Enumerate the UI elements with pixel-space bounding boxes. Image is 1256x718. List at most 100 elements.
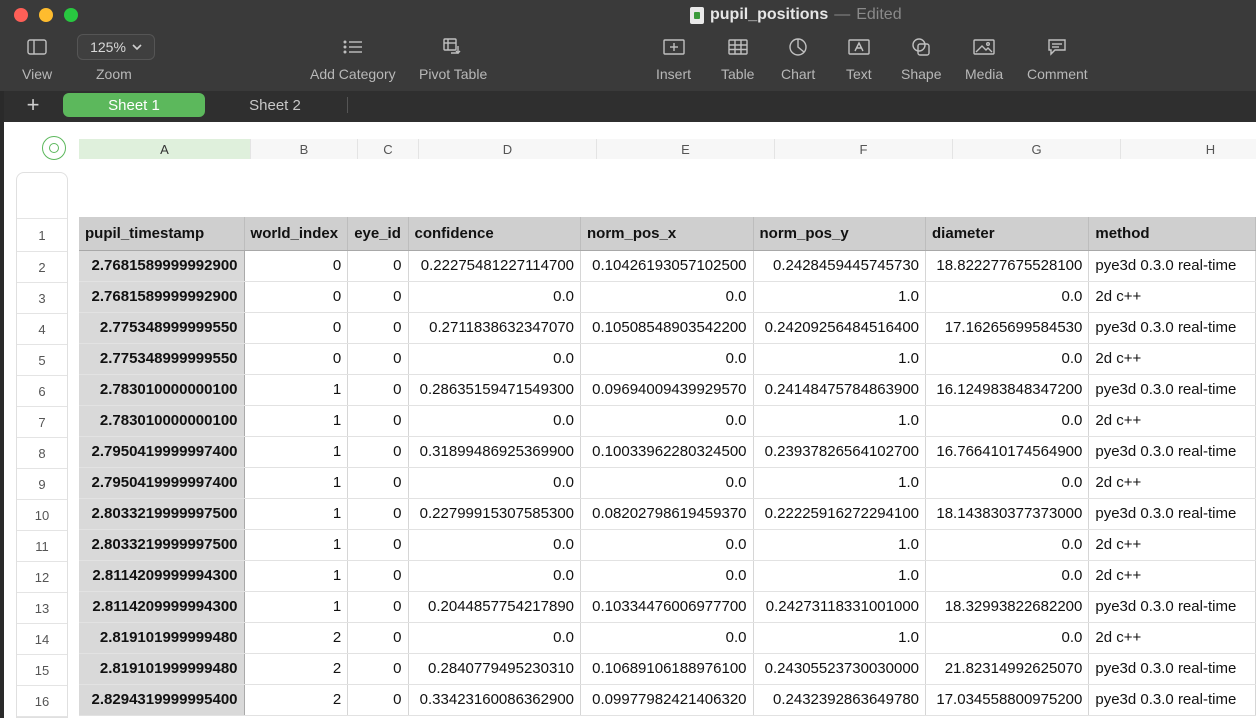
cell-eye-id[interactable]: 0: [347, 374, 409, 406]
cell-norm-pos-x[interactable]: 0.0: [580, 622, 754, 654]
cell-world-index[interactable]: 0: [244, 343, 349, 375]
cell-method[interactable]: 2d c++: [1088, 343, 1256, 375]
cell-confidence[interactable]: 0.0: [408, 622, 582, 654]
cell-diameter[interactable]: 16.124983848347200: [925, 374, 1090, 406]
cell-world-index[interactable]: 1: [244, 467, 349, 499]
header-cell-pupil-timestamp[interactable]: pupil_timestamp: [79, 217, 245, 251]
cell-eye-id[interactable]: 0: [347, 529, 409, 561]
cell-world-index[interactable]: 0: [244, 312, 349, 344]
comment-button[interactable]: Comment: [1027, 36, 1088, 82]
column-header-h[interactable]: H: [1121, 139, 1256, 159]
cell-diameter[interactable]: 18.32993822682200: [925, 591, 1090, 623]
cell-method[interactable]: pye3d 0.3.0 real-time: [1088, 591, 1256, 623]
cell-norm-pos-y[interactable]: 1.0: [753, 467, 927, 499]
cell-pupil-timestamp[interactable]: 2.8294319999995400: [79, 684, 245, 716]
cell-eye-id[interactable]: 0: [347, 653, 409, 685]
cell-world-index[interactable]: 1: [244, 374, 349, 406]
add-category-button[interactable]: Add Category: [310, 36, 396, 82]
cell-diameter[interactable]: 17.034558800975200: [925, 684, 1090, 716]
cell-eye-id[interactable]: 0: [347, 560, 409, 592]
cell-confidence[interactable]: 0.2044857754217890: [408, 591, 582, 623]
row-header-15[interactable]: 15: [17, 655, 67, 686]
column-header-c[interactable]: C: [358, 139, 419, 159]
cell-eye-id[interactable]: 0: [347, 250, 409, 282]
cell-eye-id[interactable]: 0: [347, 281, 409, 313]
cell-norm-pos-y[interactable]: 0.24305523730030000: [753, 653, 927, 685]
cell-world-index[interactable]: 2: [244, 622, 349, 654]
cell-world-index[interactable]: 1: [244, 405, 349, 437]
row-header-7[interactable]: 7: [17, 407, 67, 438]
cell-norm-pos-x[interactable]: 0.09694009439929570: [580, 374, 754, 406]
row-header-1[interactable]: 1: [17, 219, 67, 252]
row-header-10[interactable]: 10: [17, 500, 67, 531]
cell-norm-pos-x[interactable]: 0.0: [580, 405, 754, 437]
cell-diameter[interactable]: 0.0: [925, 560, 1090, 592]
text-button[interactable]: Text: [846, 36, 872, 82]
row-header-5[interactable]: 5: [17, 345, 67, 376]
table-button[interactable]: Table: [721, 36, 754, 82]
cell-norm-pos-y[interactable]: 1.0: [753, 405, 927, 437]
cell-norm-pos-y[interactable]: 0.2428459445745730: [753, 250, 927, 282]
header-cell-diameter[interactable]: diameter: [925, 217, 1090, 251]
insert-button[interactable]: Insert: [656, 36, 691, 82]
cell-eye-id[interactable]: 0: [347, 684, 409, 716]
cell-confidence[interactable]: 0.0: [408, 343, 582, 375]
cell-method[interactable]: pye3d 0.3.0 real-time: [1088, 250, 1256, 282]
cell-diameter[interactable]: 18.143830377373000: [925, 498, 1090, 530]
cell-norm-pos-x[interactable]: 0.10334476006977700: [580, 591, 754, 623]
row-header-13[interactable]: 13: [17, 593, 67, 624]
cell-diameter[interactable]: 21.82314992625070: [925, 653, 1090, 685]
row-header-8[interactable]: 8: [17, 438, 67, 469]
cell-confidence[interactable]: 0.33423160086362900: [408, 684, 582, 716]
cell-diameter[interactable]: 0.0: [925, 343, 1090, 375]
maximize-window-button[interactable]: [64, 8, 78, 22]
cell-norm-pos-x[interactable]: 0.10426193057102500: [580, 250, 754, 282]
cell-world-index[interactable]: 1: [244, 435, 349, 468]
media-button[interactable]: Media: [965, 36, 1003, 82]
cell-pupil-timestamp[interactable]: 2.783010000000100: [79, 374, 245, 406]
cell-diameter[interactable]: 0.0: [925, 622, 1090, 654]
cell-confidence[interactable]: 0.28635159471549300: [408, 374, 582, 406]
cell-norm-pos-y[interactable]: 1.0: [753, 622, 927, 654]
cell-pupil-timestamp[interactable]: 2.7950419999997400: [79, 467, 245, 499]
header-cell-confidence[interactable]: confidence: [408, 217, 582, 251]
cell-diameter[interactable]: 18.822277675528100: [925, 250, 1090, 282]
cell-confidence[interactable]: 0.0: [408, 405, 582, 437]
pivot-table-button[interactable]: Pivot Table: [419, 36, 487, 82]
cell-pupil-timestamp[interactable]: 2.819101999999480: [79, 622, 245, 654]
header-cell-norm-pos-y[interactable]: norm_pos_y: [753, 217, 927, 251]
cell-norm-pos-y[interactable]: 0.2432392863649780: [753, 684, 927, 716]
column-header-b[interactable]: B: [251, 139, 358, 159]
cell-method[interactable]: pye3d 0.3.0 real-time: [1088, 374, 1256, 406]
cell-pupil-timestamp[interactable]: 2.8114209999994300: [79, 591, 245, 623]
cell-norm-pos-y[interactable]: 1.0: [753, 529, 927, 561]
cell-method[interactable]: pye3d 0.3.0 real-time: [1088, 498, 1256, 530]
cell-confidence[interactable]: 0.0: [408, 467, 582, 499]
cell-norm-pos-y[interactable]: 1.0: [753, 343, 927, 375]
cell-pupil-timestamp[interactable]: 2.819101999999480: [79, 653, 245, 685]
cell-eye-id[interactable]: 0: [347, 435, 409, 468]
cell-method[interactable]: 2d c++: [1088, 281, 1256, 313]
cell-norm-pos-y[interactable]: 1.0: [753, 281, 927, 313]
column-header-a[interactable]: A: [79, 139, 251, 159]
row-header-9[interactable]: 9: [17, 469, 67, 500]
row-header-6[interactable]: 6: [17, 376, 67, 407]
cell-pupil-timestamp[interactable]: 2.7681589999992900: [79, 250, 245, 282]
cell-pupil-timestamp[interactable]: 2.7681589999992900: [79, 281, 245, 313]
cell-eye-id[interactable]: 0: [347, 467, 409, 499]
cell-method[interactable]: 2d c++: [1088, 622, 1256, 654]
cell-method[interactable]: 2d c++: [1088, 467, 1256, 499]
cell-method[interactable]: pye3d 0.3.0 real-time: [1088, 435, 1256, 468]
cell-confidence[interactable]: 0.0: [408, 560, 582, 592]
cell-pupil-timestamp[interactable]: 2.775348999999550: [79, 312, 245, 344]
cell-diameter[interactable]: 0.0: [925, 405, 1090, 437]
view-button[interactable]: View: [22, 36, 52, 82]
cell-norm-pos-x[interactable]: 0.0: [580, 560, 754, 592]
cell-eye-id[interactable]: 0: [347, 622, 409, 654]
header-cell-norm-pos-x[interactable]: norm_pos_x: [580, 217, 754, 251]
cell-confidence[interactable]: 0.22275481227114700: [408, 250, 582, 282]
cell-method[interactable]: 2d c++: [1088, 560, 1256, 592]
add-sheet-button[interactable]: +: [22, 93, 44, 117]
cell-confidence[interactable]: 0.0: [408, 529, 582, 561]
cell-world-index[interactable]: 2: [244, 653, 349, 685]
